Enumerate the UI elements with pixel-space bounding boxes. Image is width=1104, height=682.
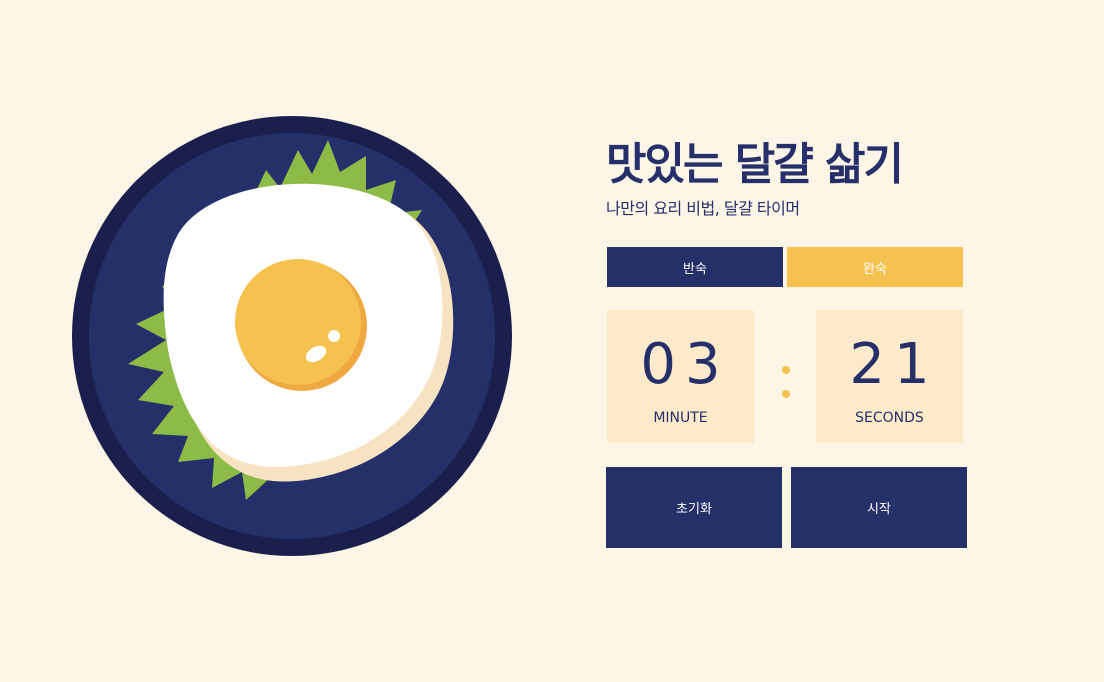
- timer-panel: 맛있는 달걀 삶기 나만의 요리 비법, 달걀 타이머 반숙 완숙 03 MIN…: [606, 138, 970, 548]
- reset-button[interactable]: 초기화: [606, 467, 782, 548]
- cook-mode-selector: 반숙 완숙: [607, 247, 963, 287]
- egg-yolk: [235, 259, 361, 385]
- start-button[interactable]: 시작: [791, 467, 967, 548]
- page-title: 맛있는 달걀 삶기: [606, 139, 904, 190]
- seconds-unit-label: SECONDS: [855, 410, 924, 426]
- timer-display: 03 MINUTE 21 SECONDS: [607, 310, 963, 443]
- minutes-unit-label: MINUTE: [653, 410, 708, 426]
- egg-timer-page: 맛있는 달걀 삶기 나만의 요리 비법, 달걀 타이머 반숙 완숙 03 MIN…: [0, 0, 1104, 682]
- seconds-box: 21 SECONDS: [816, 310, 963, 443]
- fried-egg-plate-illustration: [66, 110, 518, 562]
- timer-actions: 초기화 시작: [606, 467, 970, 548]
- page-subtitle: 나만의 요리 비법, 달걀 타이머: [606, 199, 800, 218]
- fried-egg-on-plate-icon: [72, 116, 512, 556]
- seconds-value: 21: [849, 332, 939, 397]
- time-separator: [782, 366, 790, 400]
- minutes-value: 03: [640, 332, 730, 397]
- hard-boiled-button[interactable]: 완숙: [787, 247, 963, 287]
- half-boiled-button[interactable]: 반숙: [607, 247, 783, 287]
- minutes-box: 03 MINUTE: [607, 310, 754, 443]
- separator-dot: [782, 366, 790, 374]
- yolk-highlight-dot: [328, 330, 340, 342]
- separator-dot: [782, 390, 790, 398]
